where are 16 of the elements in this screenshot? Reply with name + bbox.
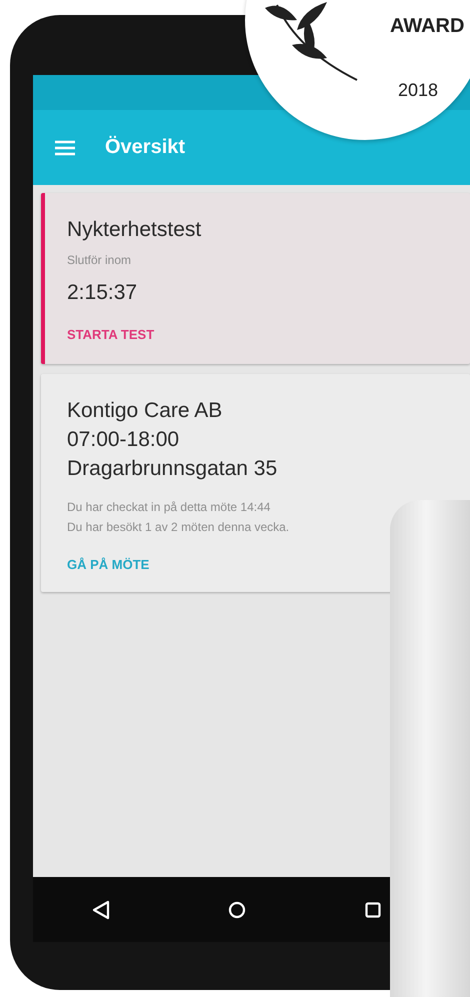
award-year: 2018: [398, 80, 438, 101]
attend-meeting-link[interactable]: GÅ PÅ MÖTE: [67, 557, 150, 572]
card-subtitle: Slutför inom: [67, 252, 132, 269]
countdown-timer: 2:15:37: [67, 280, 138, 306]
meeting-info: Dragarbrunnsgatan 35: [67, 456, 278, 482]
home-icon[interactable]: [228, 900, 246, 918]
meeting-info: 07:00-18:00: [67, 427, 180, 453]
card-title: Nykterhetstest: [67, 217, 202, 243]
back-icon[interactable]: [92, 900, 110, 920]
start-test-link[interactable]: STARTA TEST: [67, 327, 154, 342]
app-title: Översikt: [105, 136, 186, 159]
meeting-note: Du har checkat in på detta möte 14:44: [67, 499, 272, 516]
meeting-note: Du har besökt 1 av 2 möten denna vecka.: [67, 519, 290, 536]
award-title: AWARD: [390, 15, 464, 38]
meeting-info: Kontigo Care AB: [67, 398, 224, 424]
recents-icon[interactable]: [364, 902, 381, 918]
